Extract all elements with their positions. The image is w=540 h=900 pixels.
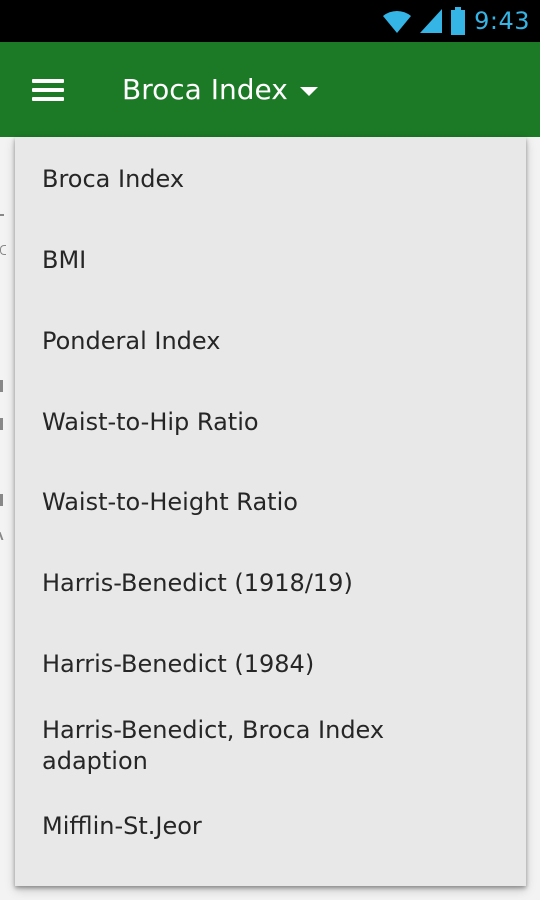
- clock: 9:43: [474, 7, 530, 35]
- background-content: [0, 494, 12, 508]
- battery-icon: [451, 7, 466, 35]
- background-content: [0, 380, 12, 394]
- cell-signal-icon: [420, 9, 443, 33]
- app-bar: Broca Index: [0, 42, 540, 137]
- dropdown-item-waist-to-height-ratio[interactable]: Waist-to-Height Ratio: [15, 487, 526, 518]
- calculator-selector[interactable]: Broca Index: [122, 42, 318, 137]
- dropdown-item-broca-index[interactable]: Broca Index: [15, 164, 526, 195]
- dropdown-item-harris-benedict-1984[interactable]: Harris-Benedict (1984): [15, 649, 526, 680]
- background-content: [0, 532, 12, 546]
- dropdown-item-mifflin-st-jeor[interactable]: Mifflin-St.Jeor: [15, 811, 526, 842]
- status-icons: 9:43: [382, 0, 530, 42]
- dropdown-item-harris-benedict-1918[interactable]: Harris-Benedict (1918/19): [15, 568, 526, 599]
- dropdown-item-bmi[interactable]: BMI: [15, 245, 526, 276]
- background-content: [0, 210, 12, 224]
- status-bar: 9:43: [0, 0, 540, 42]
- background-content: [0, 418, 12, 432]
- background-content: [0, 245, 12, 259]
- dropdown-item-ponderal-index[interactable]: Ponderal Index: [15, 326, 526, 357]
- app-bar-title: Broca Index: [122, 73, 288, 106]
- dropdown-item-waist-to-hip-ratio[interactable]: Waist-to-Hip Ratio: [15, 407, 526, 438]
- caret-down-icon: [299, 87, 318, 96]
- wifi-icon: [383, 10, 412, 34]
- dropdown-item-harris-benedict-broca[interactable]: Harris-Benedict, Broca Index adaption: [15, 715, 435, 777]
- hamburger-menu-icon[interactable]: [32, 79, 64, 101]
- calculator-dropdown-menu: Broca Index BMI Ponderal Index Waist-to-…: [15, 137, 526, 886]
